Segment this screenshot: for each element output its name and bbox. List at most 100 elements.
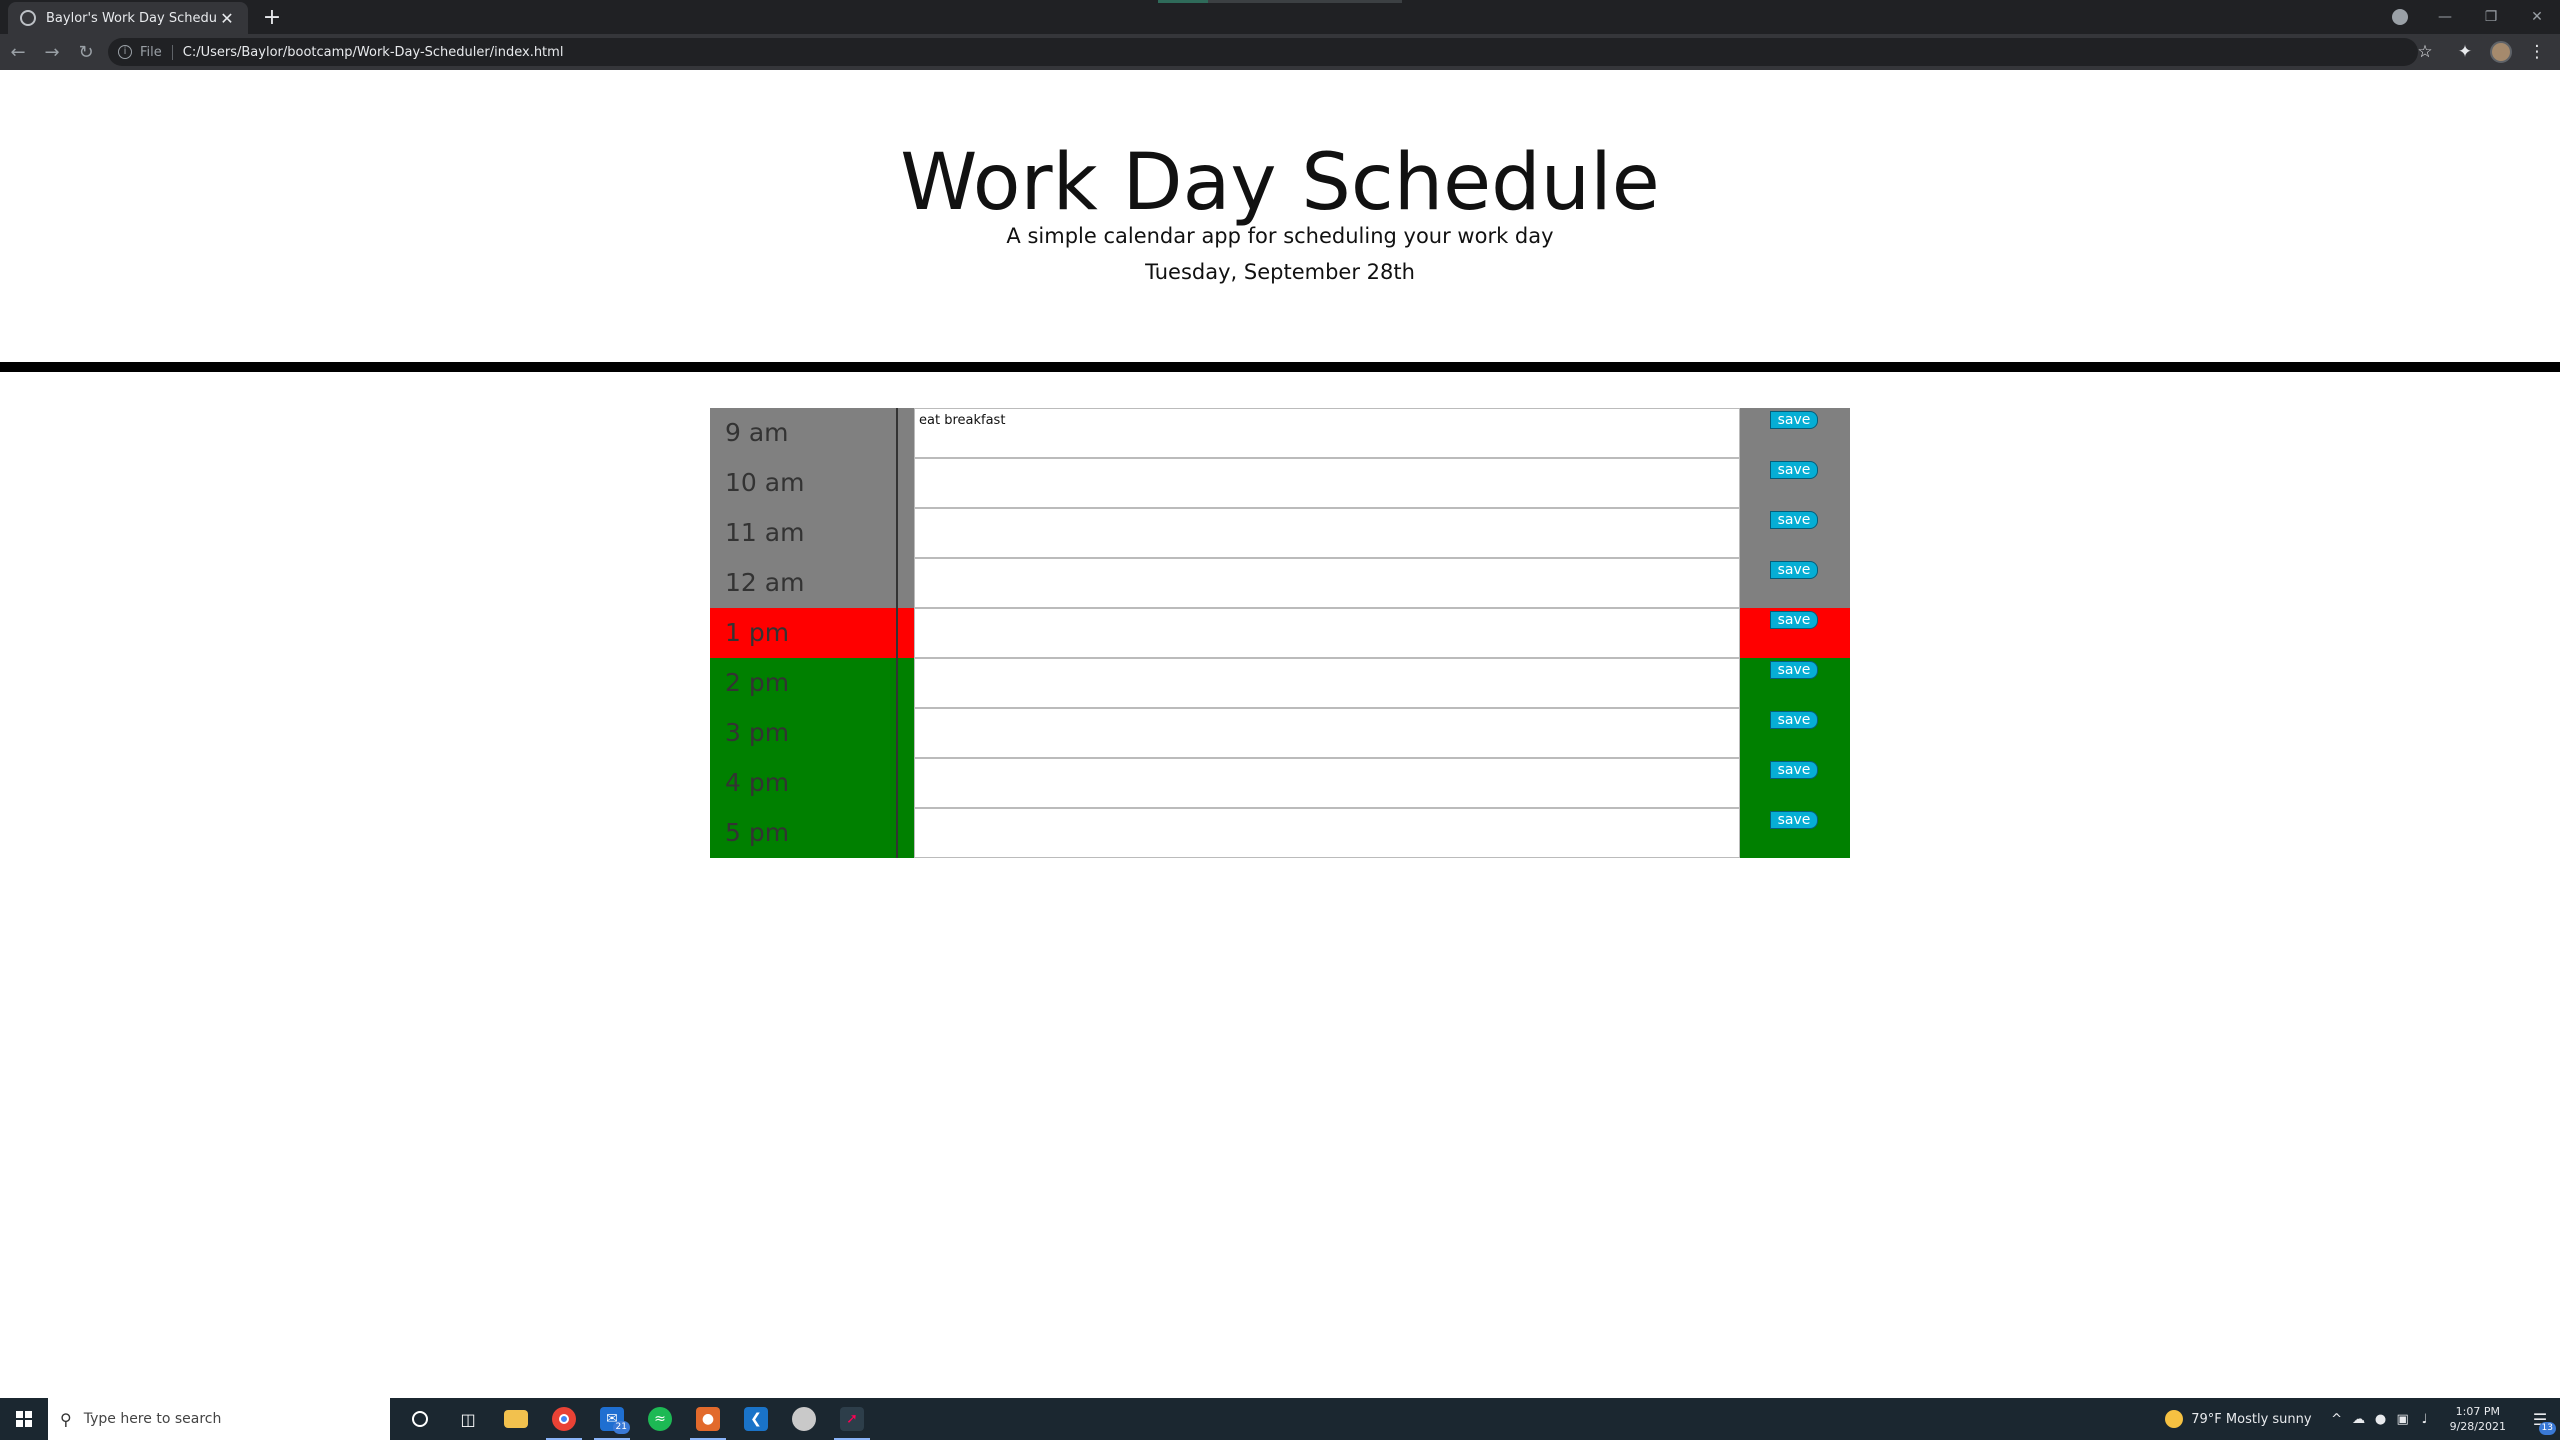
save-button[interactable]: save [1770,611,1818,629]
hour-label: 3 pm [710,708,898,758]
task-input[interactable] [914,458,1740,508]
task-input[interactable] [914,708,1740,758]
browser-tab[interactable]: Baylor's Work Day Scheduler ✕ [8,2,248,34]
spotify-icon[interactable]: ≈ [636,1398,684,1440]
url-text[interactable]: C:/Users/Baylor/bootcamp/Work-Day-Schedu… [183,45,564,60]
header: Work Day Schedule A simple calendar app … [0,70,2560,372]
task-input[interactable] [914,558,1740,608]
new-tab-button[interactable]: + [258,4,286,32]
status-gutter [898,708,914,758]
clock-date: 9/28/2021 [2449,1420,2506,1433]
mail-badge: 21 [612,1421,630,1434]
current-day: Tuesday, September 28th [1145,260,1415,284]
save-button[interactable]: save [1770,461,1818,479]
file-explorer-icon[interactable] [492,1398,540,1440]
network-icon[interactable]: ▣ [2392,1412,2414,1427]
hour-label: 11 am [710,508,898,558]
save-cell: save [1740,508,1850,558]
vscode-icon[interactable]: ❮ [732,1398,780,1440]
task-input[interactable] [914,758,1740,808]
task-input[interactable] [914,808,1740,858]
save-button[interactable]: save [1770,811,1818,829]
save-button[interactable]: save [1770,511,1818,529]
task-input[interactable]: eat breakfast [914,408,1740,458]
save-button[interactable]: save [1770,711,1818,729]
status-gutter [898,458,914,508]
browser-toolbar: ← → ↻ i File C:/Users/Baylor/bootcamp/Wo… [0,34,2560,70]
save-cell: save [1740,458,1850,508]
page-lead: A simple calendar app for scheduling you… [1006,224,1554,248]
time-block: 1 pm save [710,608,1850,658]
microphone-icon[interactable]: ● [2370,1412,2392,1427]
save-button[interactable]: save [1770,661,1818,679]
taskbar-search[interactable]: ⚲ Type here to search [48,1398,390,1440]
time-block: 4 pm save [710,758,1850,808]
save-cell: save [1740,808,1850,858]
avatar[interactable] [2490,41,2512,63]
close-tab-icon[interactable]: ✕ [218,9,236,28]
cortana-icon[interactable] [396,1398,444,1440]
chevron-up-icon[interactable]: ^ [2326,1412,2348,1427]
profile-icon[interactable] [2392,9,2408,25]
time-block: 2 pm save [710,658,1850,708]
clock[interactable]: 1:07 PM 9/28/2021 [2450,1404,2506,1434]
minimize-icon[interactable]: — [2422,0,2468,34]
git-client-icon[interactable] [780,1398,828,1440]
schedule: 9 am eat breakfast save 10 am save 11 am save 1… [710,408,1850,858]
hour-label: 12 am [710,558,898,608]
weather-text[interactable]: 79°F Mostly sunny [2191,1412,2311,1427]
notification-badge: 13 [2538,1422,2556,1435]
taskbar: ⚲ Type here to search ◫ ✉ 21 ≈ ● ❮ ➚ 79°F… [0,1398,2560,1440]
time-block: 11 am save [710,508,1850,558]
save-cell: save [1740,758,1850,808]
weather-icon[interactable] [2165,1410,2184,1428]
hour-label: 5 pm [710,808,898,858]
address-bar[interactable]: i File C:/Users/Baylor/bootcamp/Work-Day… [108,38,2418,66]
status-gutter [898,758,914,808]
time-block: 9 am eat breakfast save [710,408,1850,458]
close-window-icon[interactable]: ✕ [2514,0,2560,34]
hour-label: 10 am [710,458,898,508]
volume-icon[interactable]: ♩ [2414,1412,2436,1427]
app-icon[interactable]: ➚ [828,1398,876,1440]
page-content: Work Day Schedule A simple calendar app … [0,70,2560,1398]
forward-icon[interactable]: → [36,36,68,68]
status-gutter [898,508,914,558]
back-icon[interactable]: ← [2,36,34,68]
restore-icon[interactable]: ❐ [2468,0,2514,34]
save-button[interactable]: save [1770,411,1818,429]
chrome-icon[interactable] [540,1398,588,1440]
time-block: 10 am save [710,458,1850,508]
taskbar-apps: ◫ ✉ 21 ≈ ● ❮ ➚ [396,1398,876,1440]
time-block: 5 pm save [710,808,1850,858]
save-cell: save [1740,658,1850,708]
task-input[interactable] [914,658,1740,708]
window-controls: — ❐ ✕ [2392,0,2560,34]
status-gutter [898,558,914,608]
star-icon[interactable]: ☆ [2410,37,2440,67]
tab-title: Baylor's Work Day Scheduler [46,10,218,26]
hour-label: 4 pm [710,758,898,808]
search-icon: ⚲ [60,1409,72,1429]
task-view-icon[interactable]: ◫ [444,1398,492,1440]
reload-icon[interactable]: ↻ [70,36,102,68]
mail-icon[interactable]: ✉ 21 [588,1398,636,1440]
menu-icon[interactable]: ⋮ [2522,37,2552,67]
notifications-icon[interactable]: ☰ 13 [2520,1398,2560,1440]
save-cell: save [1740,708,1850,758]
hour-label: 9 am [710,408,898,458]
page-title: Work Day Schedule [900,138,1660,228]
start-button[interactable] [0,1398,48,1440]
time-block: 3 pm save [710,708,1850,758]
save-button[interactable]: save [1770,561,1818,579]
save-cell: save [1740,608,1850,658]
task-input[interactable] [914,508,1740,558]
cloud-icon[interactable]: ☁ [2348,1412,2370,1427]
task-input[interactable] [914,608,1740,658]
info-icon[interactable]: i [118,45,132,59]
status-gutter [898,808,914,858]
time-block: 12 am save [710,558,1850,608]
extensions-icon[interactable]: ✦ [2450,37,2480,67]
save-button[interactable]: save [1770,761,1818,779]
discord-icon[interactable]: ● [684,1398,732,1440]
